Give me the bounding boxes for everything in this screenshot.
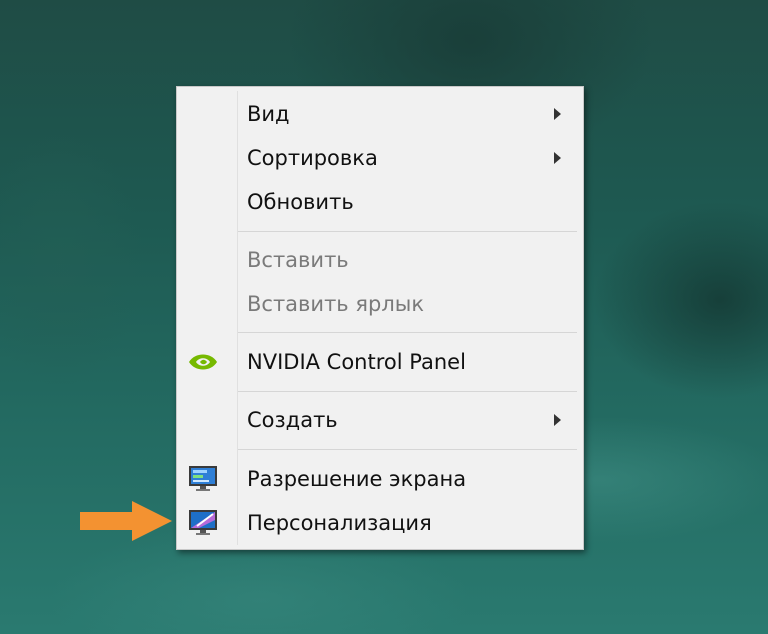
menu-item-label: Вставить (247, 248, 349, 272)
menu-separator (238, 391, 577, 392)
menu-item-label: NVIDIA Control Panel (247, 350, 466, 374)
orange-arrow-icon (80, 501, 172, 541)
menu-item-nvidia-control-panel[interactable]: NVIDIA Control Panel (177, 340, 583, 384)
menu-item-label: Персонализация (247, 511, 432, 535)
menu-item-create[interactable]: Создать (177, 398, 583, 442)
menu-separator (238, 231, 577, 232)
context-menu: Вид Сортировка Обновить Вставить Вставит… (176, 86, 584, 550)
screen-resolution-icon (187, 464, 219, 494)
menu-item-view[interactable]: Вид (177, 92, 583, 136)
menu-item-label: Разрешение экрана (247, 467, 467, 491)
menu-item-label: Обновить (247, 190, 354, 214)
menu-item-refresh[interactable]: Обновить (177, 180, 583, 224)
submenu-arrow-icon (554, 152, 561, 164)
submenu-arrow-icon (554, 414, 561, 426)
submenu-arrow-icon (554, 108, 561, 120)
menu-item-paste[interactable]: Вставить (177, 238, 583, 282)
personalization-icon (187, 508, 219, 538)
menu-item-label: Создать (247, 408, 338, 432)
menu-item-personalization[interactable]: Персонализация (177, 501, 583, 545)
menu-item-label: Вид (247, 102, 290, 126)
menu-item-sort[interactable]: Сортировка (177, 136, 583, 180)
menu-item-screen-resolution[interactable]: Разрешение экрана (177, 457, 583, 501)
menu-separator (238, 332, 577, 333)
menu-item-label: Вставить ярлык (247, 292, 425, 316)
nvidia-icon (187, 347, 219, 377)
menu-item-label: Сортировка (247, 146, 378, 170)
menu-separator (238, 449, 577, 450)
menu-item-paste-shortcut[interactable]: Вставить ярлык (177, 282, 583, 326)
